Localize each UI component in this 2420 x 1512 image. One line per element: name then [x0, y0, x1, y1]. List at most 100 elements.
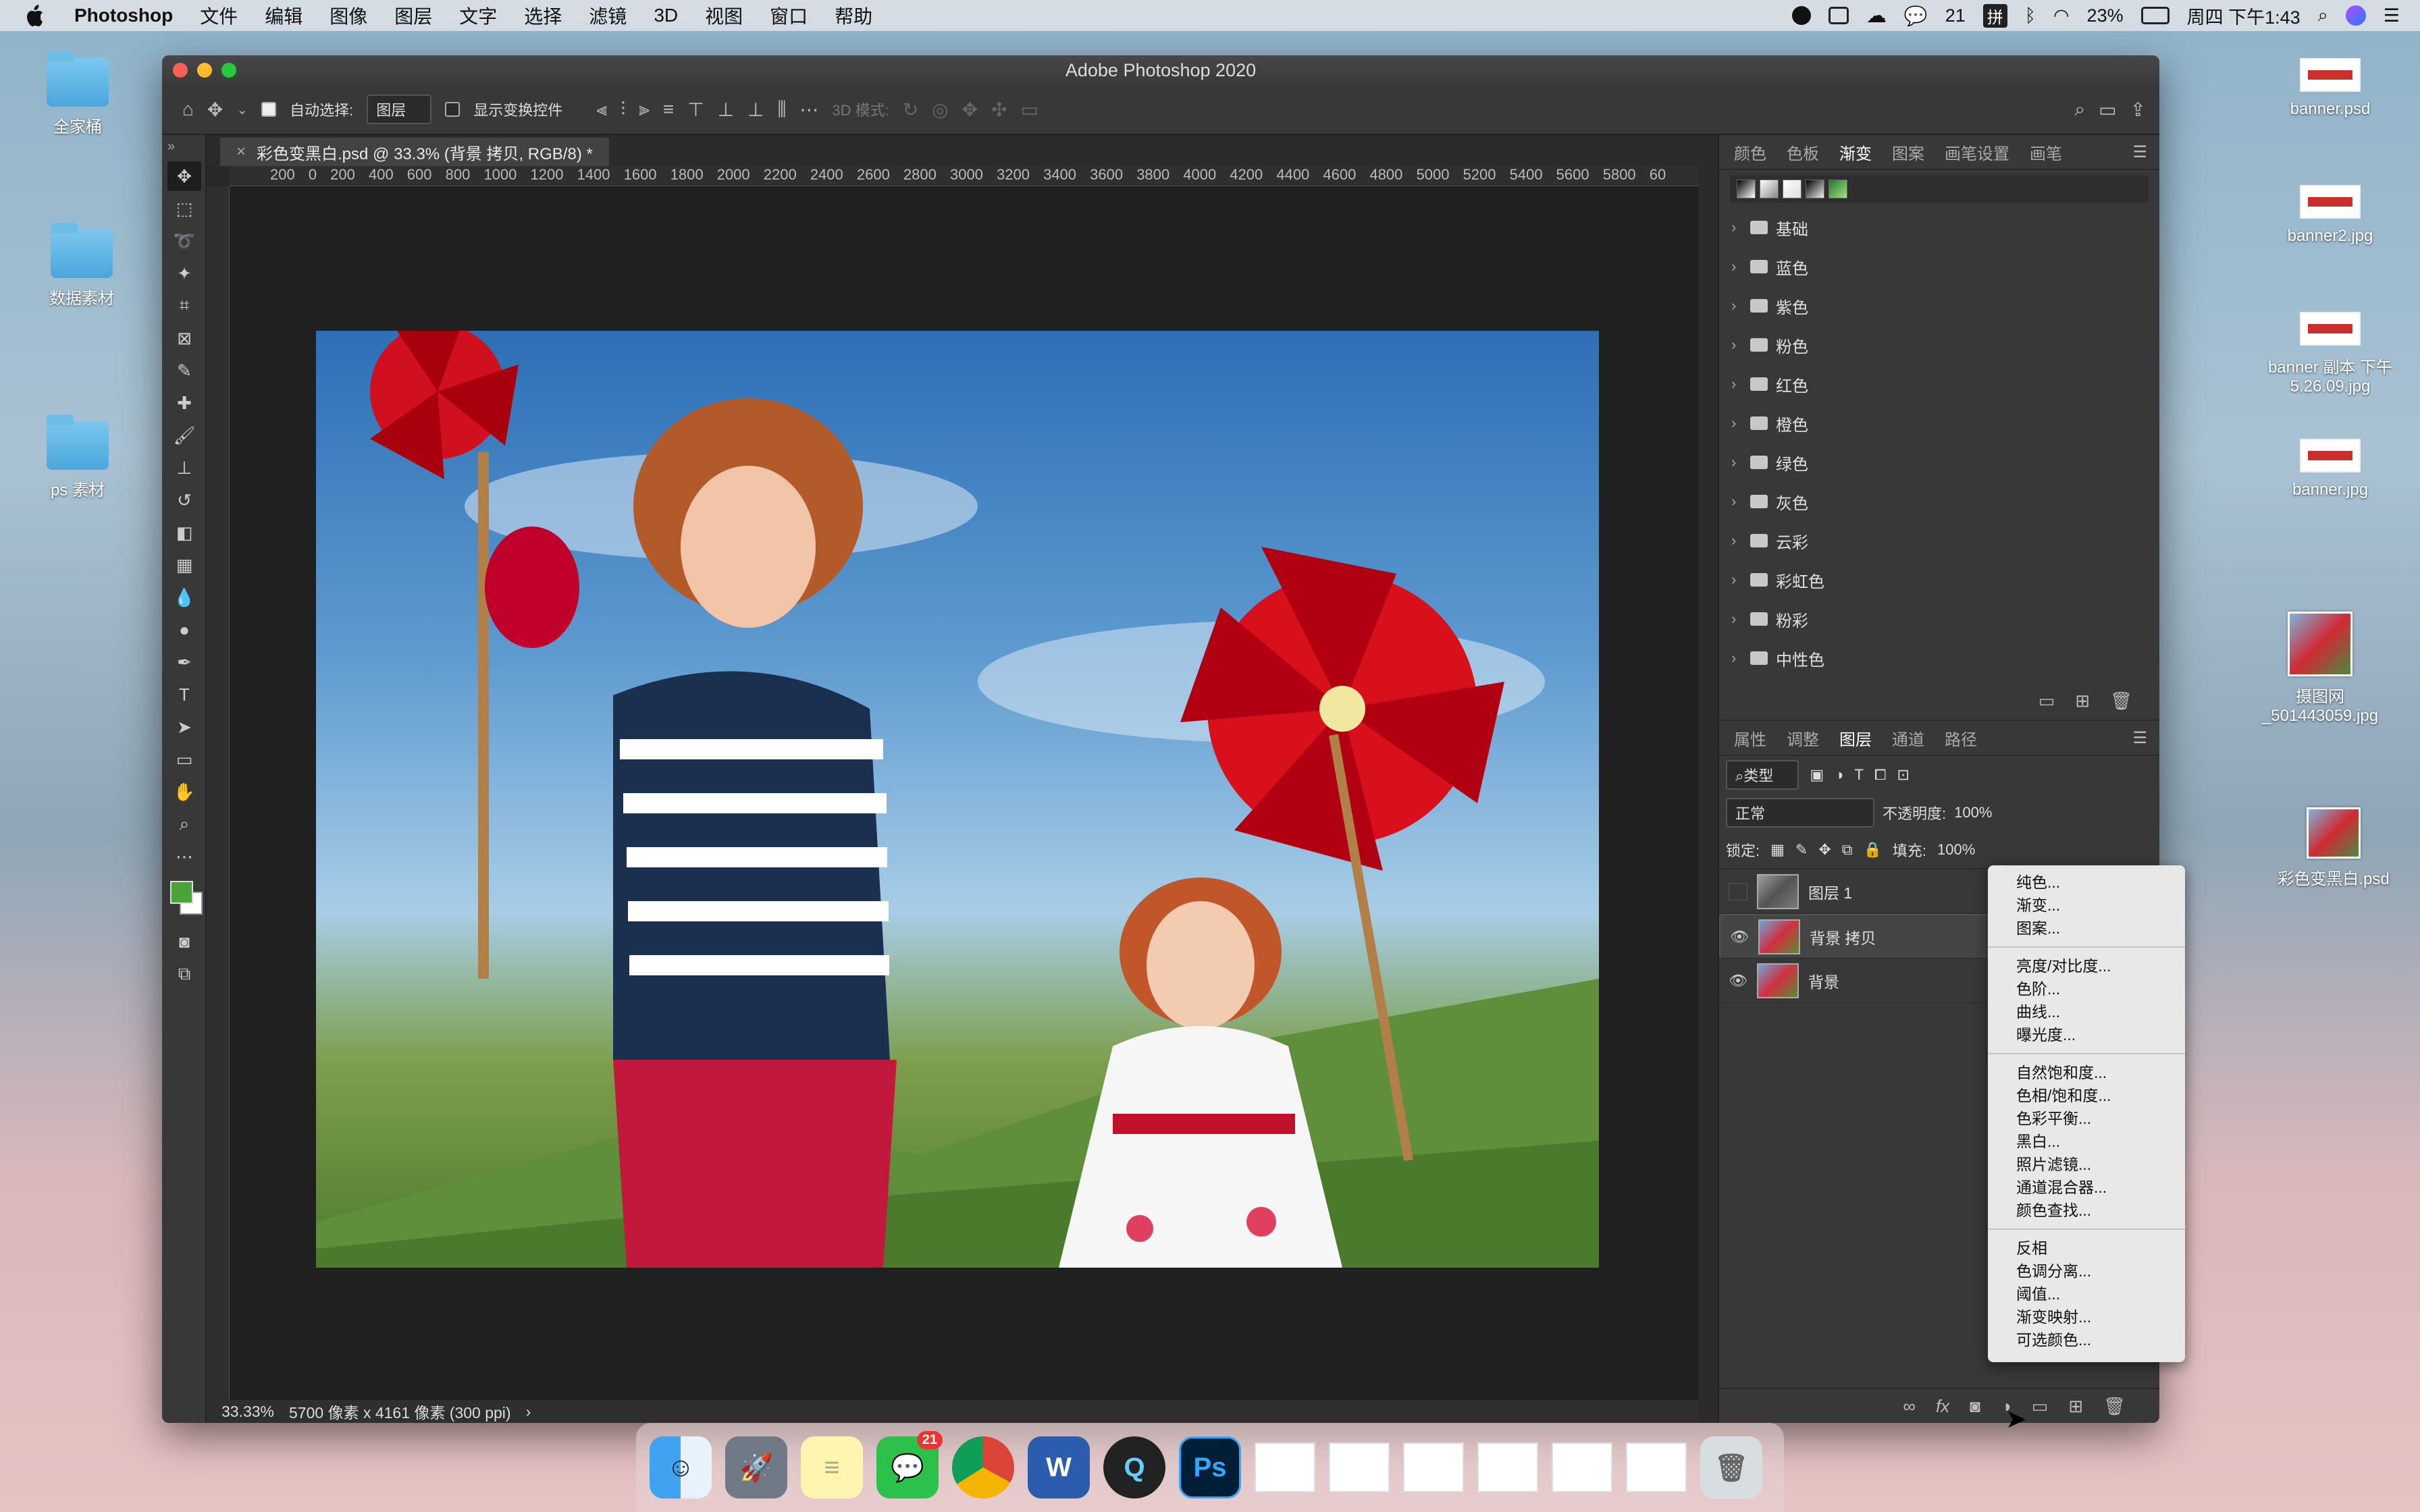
lock-position-icon[interactable]: ✥: [1818, 841, 1831, 859]
gradient-swatch[interactable]: [1829, 180, 1847, 198]
move-tool[interactable]: ✥: [167, 161, 201, 191]
menu-filter[interactable]: 滤镜: [589, 2, 627, 29]
new-group-icon[interactable]: ▭: [2032, 1396, 2049, 1417]
gradient-folder[interactable]: › 紫色: [1719, 286, 2159, 325]
align-middle-icon[interactable]: ⊥: [718, 99, 734, 121]
close-window-button[interactable]: [173, 63, 188, 78]
menu-file[interactable]: 文件: [200, 2, 238, 29]
marquee-tool[interactable]: ⬚: [167, 194, 201, 223]
siri-icon[interactable]: [2345, 5, 2366, 26]
visibility-toggle[interactable]: [1729, 882, 1747, 900]
show-transform-checkbox[interactable]: [445, 102, 461, 117]
gradient-folder[interactable]: › 基础: [1719, 208, 2159, 247]
tab-layers[interactable]: 图层: [1839, 726, 1872, 750]
menu-item-exposure[interactable]: 曝光度...: [1988, 1023, 2185, 1046]
chevron-right-icon[interactable]: ›: [526, 1403, 531, 1421]
gradient-swatch[interactable]: [1737, 180, 1756, 198]
type-tool[interactable]: T: [167, 680, 201, 709]
eye-icon[interactable]: 👁: [1730, 928, 1749, 946]
document-thumbnail[interactable]: [1329, 1442, 1390, 1492]
menu-app-name[interactable]: Photoshop: [74, 5, 173, 26]
dodge-tool[interactable]: ●: [167, 615, 201, 645]
home-icon[interactable]: ⌂: [182, 99, 194, 120]
filter-pixel-icon[interactable]: ▣: [1810, 766, 1824, 784]
gradient-folder[interactable]: › 灰色: [1719, 482, 2159, 521]
filter-adjustment-icon[interactable]: ◑: [1835, 766, 1843, 784]
wechat-icon[interactable]: 💬 21: [876, 1431, 943, 1498]
move-tool-icon[interactable]: ✥: [207, 99, 223, 121]
chrome-icon[interactable]: [952, 1436, 1014, 1498]
lock-all-icon[interactable]: 🔒: [1864, 841, 1882, 859]
3d-orbit-icon[interactable]: ↻: [903, 99, 918, 121]
eraser-tool[interactable]: ◧: [167, 518, 201, 547]
record-icon[interactable]: [1791, 6, 1811, 25]
lock-transparent-icon[interactable]: ▦: [1770, 841, 1785, 859]
gradient-tool[interactable]: ▦: [167, 550, 201, 580]
tab-color[interactable]: 颜色: [1734, 140, 1766, 164]
gradient-swatch[interactable]: [1783, 180, 1801, 198]
filter-smart-object-icon[interactable]: ⊡: [1897, 766, 1910, 784]
minimize-window-button[interactable]: [197, 63, 212, 78]
3d-scale-icon[interactable]: ▭: [1021, 99, 1038, 121]
3d-roll-icon[interactable]: ◎: [932, 99, 948, 121]
menu-item-black-white[interactable]: 黑白...: [1988, 1130, 2185, 1153]
desktop-folder[interactable]: ps 素材: [20, 414, 135, 500]
tab-paths[interactable]: 路径: [1945, 726, 1977, 750]
input-method-icon[interactable]: 拼: [1982, 3, 2007, 28]
close-tab-icon[interactable]: ×: [236, 142, 246, 161]
chevron-right-icon[interactable]: ›: [1731, 297, 1742, 315]
align-top-icon[interactable]: ⊤: [687, 99, 704, 121]
chevron-right-icon[interactable]: ›: [1731, 571, 1742, 589]
more-options-icon[interactable]: ⋯: [799, 99, 818, 121]
delete-icon[interactable]: 🗑: [2110, 691, 2132, 711]
document-thumbnail[interactable]: [1552, 1442, 1612, 1492]
rectangle-tool[interactable]: ▭: [167, 745, 201, 774]
document-info[interactable]: 5700 像素 x 4161 像素 (300 ppi): [289, 1400, 511, 1423]
chevron-right-icon[interactable]: ›: [1731, 610, 1742, 628]
eyedropper-tool[interactable]: ✎: [167, 356, 201, 385]
desktop-file[interactable]: banner.psd: [2273, 58, 2388, 119]
document-thumbnail[interactable]: [1477, 1442, 1538, 1492]
align-bottom-icon[interactable]: ⊥: [747, 99, 764, 121]
workspace-icon[interactable]: ▭: [2099, 99, 2116, 121]
menu-select[interactable]: 选择: [524, 2, 562, 29]
history-brush-tool[interactable]: ↺: [167, 485, 201, 515]
menu-item-color-balance[interactable]: 色彩平衡...: [1988, 1107, 2185, 1130]
menu-window[interactable]: 窗口: [770, 2, 808, 29]
add-mask-icon[interactable]: ◙: [1970, 1396, 1980, 1417]
layer-filter-dropdown[interactable]: ⌕类型: [1726, 760, 1799, 790]
wifi-icon[interactable]: ◠: [2053, 5, 2070, 26]
tab-properties[interactable]: 属性: [1734, 726, 1766, 750]
link-layers-icon[interactable]: ∞: [1903, 1396, 1916, 1417]
screen-mode-icon[interactable]: ⧉: [167, 959, 201, 989]
3d-slide-icon[interactable]: ✣: [991, 99, 1007, 121]
menu-item-pattern[interactable]: 图案...: [1988, 917, 2185, 940]
auto-select-checkbox[interactable]: [261, 102, 277, 117]
gradient-folder[interactable]: › 蓝色: [1719, 247, 2159, 286]
new-gradient-icon[interactable]: ⊞: [2075, 691, 2090, 711]
menu-item-levels[interactable]: 色阶...: [1988, 977, 2185, 1000]
collapse-toolbar-icon[interactable]: »: [162, 135, 205, 159]
chevron-right-icon[interactable]: ›: [1731, 532, 1742, 549]
layer-name[interactable]: 背景: [1808, 969, 1839, 992]
quick-mask-icon[interactable]: ◙: [167, 927, 201, 956]
lock-pixels-icon[interactable]: ✎: [1795, 841, 1808, 859]
menu-edit[interactable]: 编辑: [265, 2, 302, 29]
chevron-right-icon[interactable]: ›: [1731, 336, 1742, 354]
desktop-file[interactable]: banner 副本 下午5.26.09.jpg: [2253, 312, 2408, 396]
tab-adjustments[interactable]: 调整: [1787, 726, 1819, 750]
notification-center-icon[interactable]: ☰: [2384, 5, 2400, 26]
chevron-right-icon[interactable]: ›: [1731, 414, 1742, 432]
pen-tool[interactable]: ✒: [167, 647, 201, 677]
wechat-tray-icon[interactable]: 💬: [1904, 5, 1928, 27]
panel-menu-icon[interactable]: ☰: [2132, 728, 2147, 748]
word-icon[interactable]: W: [1028, 1436, 1090, 1498]
gradient-folder[interactable]: › 彩虹色: [1719, 560, 2159, 599]
magic-wand-tool[interactable]: ✦: [167, 259, 201, 288]
tab-patterns[interactable]: 图案: [1892, 140, 1924, 164]
tab-channels[interactable]: 通道: [1892, 726, 1924, 750]
auto-select-target-dropdown[interactable]: 图层: [367, 94, 432, 124]
share-icon[interactable]: ⇪: [2130, 99, 2146, 121]
menu-item-channel-mixer[interactable]: 通道混合器...: [1988, 1176, 2185, 1199]
chevron-right-icon[interactable]: ›: [1731, 375, 1742, 393]
